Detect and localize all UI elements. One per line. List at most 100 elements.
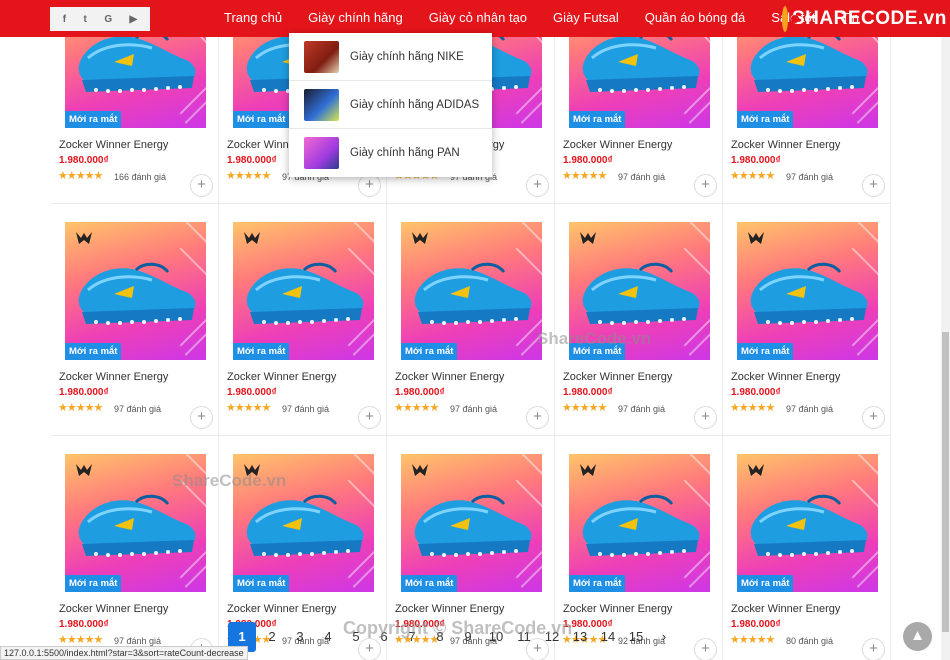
add-to-cart-button[interactable]: + xyxy=(526,406,549,429)
dropdown-item-label: Giày chính hãng ADIDAS xyxy=(350,98,480,111)
new-badge: Mới ra mắt xyxy=(233,111,290,128)
page-button-15[interactable]: 15 xyxy=(622,622,650,652)
product-card[interactable]: Mới ra mắt Zocker Winner Energy 1.980.000₫… xyxy=(219,204,387,436)
product-name[interactable]: Zocker Winner Energy xyxy=(59,603,168,615)
product-card[interactable]: Mới ra mắtZocker Winner Energy1.980.000₫… xyxy=(387,204,555,436)
next-page-button[interactable]: › xyxy=(650,622,678,652)
product-card[interactable]: Mới ra mắtZocker Winner Energy1.980.000₫… xyxy=(723,436,891,660)
product-price: 1.980.000₫ xyxy=(731,387,781,398)
dropdown-item-thumbnail xyxy=(304,88,339,121)
scroll-to-top-button[interactable]: ▲ xyxy=(903,622,932,651)
add-to-cart-button[interactable]: + xyxy=(862,638,885,660)
dropdown-item[interactable]: Giày chính hãng NIKE xyxy=(289,33,492,81)
youtube-icon[interactable]: ▶ xyxy=(130,14,138,25)
product-price: 1.980.000₫ xyxy=(563,387,613,398)
brand-logo-icon xyxy=(410,462,430,478)
new-badge: Mới ra mắt xyxy=(569,111,626,128)
brand-dropdown-menu: Giày chính hãng NIKE Giày chính hãng ADID… xyxy=(289,33,492,177)
product-card[interactable]: Mới ra mắtZocker Winner Energy1.980.000₫… xyxy=(51,436,219,660)
add-to-cart-button[interactable]: + xyxy=(190,406,213,429)
review-count: 97 đánh giá xyxy=(114,636,162,646)
nav-item[interactable]: Quần áo bóng đá xyxy=(637,0,753,37)
add-to-cart-button[interactable]: + xyxy=(862,406,885,429)
product-name[interactable]: Zocker Winner Energy xyxy=(59,139,168,151)
shoe-image xyxy=(242,482,370,568)
add-to-cart-button[interactable]: + xyxy=(526,174,549,197)
dropdown-item[interactable]: Giày chính hãng ADIDAS xyxy=(289,81,492,129)
add-to-cart-button[interactable]: + xyxy=(190,174,213,197)
nav-item[interactable]: Trang chủ xyxy=(216,0,290,37)
dropdown-item-label: Giày chính hãng NIKE xyxy=(350,50,464,63)
scrollbar[interactable] xyxy=(941,37,950,660)
product-card[interactable]: Mới ra mắtZocker Winner Energy1.980.000₫… xyxy=(555,204,723,436)
star-rating: ★★★★★ xyxy=(226,170,271,182)
add-to-cart-button[interactable]: + xyxy=(862,174,885,197)
review-count: 97 đánh giá xyxy=(282,404,330,414)
twitter-icon[interactable]: t xyxy=(84,14,87,25)
add-to-cart-button[interactable]: + xyxy=(694,174,717,197)
dropdown-item[interactable]: Giày chính hãng PAN xyxy=(289,129,492,177)
new-badge: Mới ra mắt xyxy=(65,111,122,128)
product-image[interactable]: Mới ra mắt xyxy=(233,222,374,360)
review-count: 97 đánh giá xyxy=(786,172,834,182)
nav-item[interactable]: Giày chính hãng xyxy=(300,0,411,37)
product-name[interactable]: Zocker Winner Energy xyxy=(227,603,336,615)
watermark: ShareCode.vn xyxy=(172,471,287,490)
star-rating: ★★★★★ xyxy=(730,634,775,646)
new-badge: Mới ra mắt xyxy=(569,575,626,592)
google-icon[interactable]: G xyxy=(104,14,112,25)
product-name[interactable]: Zocker Winner Energy xyxy=(563,371,672,383)
scrollbar-thumb[interactable] xyxy=(942,332,949,632)
product-name[interactable]: Zocker Winner Energy xyxy=(563,603,672,615)
top-navbar: f t G ▶ Trang chủ Giày chính hãng Giày cỏ … xyxy=(0,0,950,37)
watermark: Copyright © ShareCode.vn xyxy=(343,618,573,638)
add-to-cart-button[interactable]: + xyxy=(694,638,717,660)
product-card[interactable]: Mới ra mắt Zocker Winner Energy 1.980.000₫… xyxy=(723,204,891,436)
star-rating: ★★★★★ xyxy=(562,402,607,414)
social-links: f t G ▶ xyxy=(50,7,150,31)
product-image[interactable]: Mới ra mắt xyxy=(569,454,710,592)
add-to-cart-button[interactable]: + xyxy=(358,406,381,429)
product-card[interactable]: Mới ra mắt Zocker Winner Energy 1.980.000₫… xyxy=(51,204,219,436)
product-name[interactable]: Zocker Winner Energy xyxy=(227,371,336,383)
watermark: ShareCode.vn xyxy=(537,329,652,348)
new-badge: Mới ra mắt xyxy=(737,111,794,128)
page-button-14[interactable]: 14 xyxy=(594,622,622,652)
dropdown-item-thumbnail xyxy=(304,40,339,73)
product-price: 1.980.000₫ xyxy=(59,387,109,398)
new-badge: Mới ra mắt xyxy=(65,575,122,592)
product-image[interactable]: Mới ra mắt xyxy=(401,222,542,360)
product-name[interactable]: Zocker Winner Energy xyxy=(731,139,840,151)
review-count: 97 đánh giá xyxy=(114,404,162,414)
product-image[interactable]: Mới ra mắt xyxy=(737,222,878,360)
product-name[interactable]: Zocker Winner Energy xyxy=(731,371,840,383)
product-name[interactable]: Zocker Winner Energy xyxy=(731,603,840,615)
facebook-icon[interactable]: f xyxy=(63,14,66,25)
shoe-image xyxy=(410,482,538,568)
add-to-cart-button[interactable]: + xyxy=(358,174,381,197)
product-name[interactable]: Zocker Winner Energy xyxy=(395,371,504,383)
logo[interactable]: SHARECODE.vn xyxy=(782,4,946,34)
page-button-2[interactable]: 2 xyxy=(258,622,286,652)
nav-item[interactable]: Giày cỏ nhân tạo xyxy=(421,0,535,37)
page-button-4[interactable]: 4 xyxy=(314,622,342,652)
product-image[interactable]: Mới ra mắt xyxy=(401,454,542,592)
star-rating: ★★★★★ xyxy=(58,634,103,646)
add-to-cart-button[interactable]: + xyxy=(694,406,717,429)
product-price: 1.980.000₫ xyxy=(227,387,277,398)
product-image[interactable]: Mới ra mắt xyxy=(65,222,206,360)
product-name[interactable]: Zocker Winner Energy xyxy=(59,371,168,383)
page: { "social_icons": ["facebook-icon","twit… xyxy=(0,0,950,660)
nav-item[interactable]: Giày Futsal xyxy=(545,0,627,37)
product-name[interactable]: Zocker Winner Energy xyxy=(395,603,504,615)
star-rating: ★★★★★ xyxy=(58,402,103,414)
product-name[interactable]: Zocker Winner Energy xyxy=(563,139,672,151)
product-price: 1.980.000₫ xyxy=(563,155,613,166)
new-badge: Mới ra mắt xyxy=(65,343,122,360)
product-image[interactable]: Mới ra mắt xyxy=(737,454,878,592)
shoe-image xyxy=(578,482,706,568)
star-rating: ★★★★★ xyxy=(58,170,103,182)
brand-logo-icon xyxy=(410,230,430,246)
page-button-3[interactable]: 3 xyxy=(286,622,314,652)
logo-icon xyxy=(782,6,799,32)
